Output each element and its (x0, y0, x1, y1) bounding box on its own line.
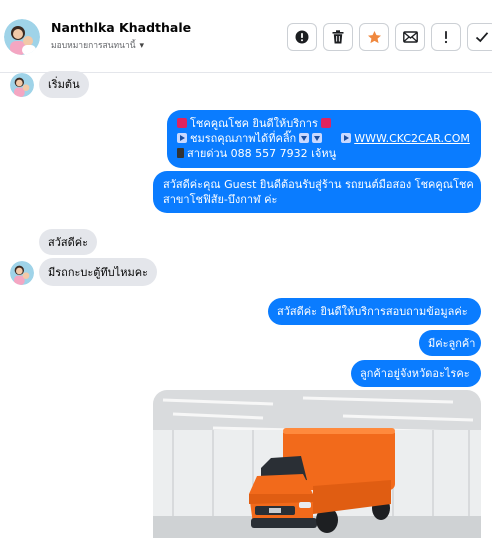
message-incoming[interactable]: มีรถกะบะตู้ทึบไหมคะ (39, 258, 157, 286)
check-icon (475, 32, 489, 43)
message-outgoing[interactable]: สวัสดีค่ะคุณ Guest ยินดีต้อนรับสู่ร้าน ร… (153, 171, 481, 213)
website-link[interactable]: WWW.CKC2CAR.COM (354, 132, 470, 145)
message-line: สวัสดีค่ะคุณ Guest ยินดีต้อนรับสู่ร้าน ร… (163, 178, 474, 191)
truck-photo-image (153, 390, 481, 538)
exclamation-icon (444, 31, 448, 44)
message-line: ชมรถคุณภาพได้ที่คลิ๊ก WWW.CKC2CAR.COM (177, 131, 471, 146)
mark-important-button[interactable] (287, 23, 317, 51)
message-outgoing[interactable]: สวัสดีค่ะ ยินดีให้บริการสอบถามข้อมูลค่ะ (268, 298, 481, 325)
message-text: สวัสดีค่ะ ยินดีให้บริการสอบถามข้อมูลค่ะ (277, 305, 468, 318)
message-outgoing[interactable]: โชคคูณโชค ยินดีให้บริการ ชมรถคุณภาพได้ที… (167, 110, 481, 168)
contact-name[interactable]: Nanthlka Khadthale (51, 20, 191, 35)
contact-avatar-small[interactable] (10, 261, 34, 285)
love-letter-icon (177, 118, 187, 128)
mail-icon (402, 31, 418, 43)
move-to-inbox-button[interactable] (395, 23, 425, 51)
message-incoming[interactable]: เริ่มต้น (39, 71, 89, 98)
message-line: สาขาโชฟิสัย-บึงกาฬ ค่ะ (163, 193, 278, 206)
conversation-header: Nanthlka Khadthale มอบหมายการสนทนานี้ ▾ (0, 0, 492, 73)
conversation-view: Nanthlka Khadthale มอบหมายการสนทนานี้▾ (0, 0, 492, 538)
trash-icon (332, 30, 344, 44)
star-icon (367, 30, 381, 43)
message-photo[interactable] (153, 390, 481, 538)
down-arrow-icon (299, 133, 310, 143)
contact-avatar-small[interactable] (10, 73, 34, 97)
message-line: สายด่วน 088 557 7932 เจ้หนู (177, 146, 471, 161)
message-incoming[interactable]: สวัสดีค่ะ (39, 229, 98, 255)
love-letter-icon (320, 118, 331, 128)
play-button-icon (341, 133, 352, 143)
mobile-phone-icon (177, 148, 184, 158)
exclamation-circle-icon (295, 30, 309, 44)
mark-spam-button[interactable] (431, 23, 461, 51)
mark-done-button[interactable] (467, 23, 492, 51)
message-line: โชคคูณโชค ยินดีให้บริการ (177, 116, 471, 131)
down-arrow-icon (312, 133, 323, 143)
message-text: ลูกค้าอยู่จังหวัดอะไรคะ (360, 367, 470, 380)
message-text: มีรถกะบะตู้ทึบไหมคะ (48, 265, 148, 279)
contact-avatar[interactable] (4, 19, 40, 55)
play-button-icon (177, 133, 187, 143)
assign-label: มอบหมายการสนทนานี้ (51, 41, 136, 51)
delete-button[interactable] (323, 23, 353, 51)
star-button[interactable] (359, 23, 389, 51)
message-text: สวัสดีค่ะ (48, 235, 89, 249)
message-text: มีค่ะลูกค้า (428, 336, 476, 350)
assign-conversation-dropdown[interactable]: มอบหมายการสนทนานี้ ▾ (51, 38, 144, 52)
message-outgoing[interactable]: ลูกค้าอยู่จังหวัดอะไรคะ (351, 360, 481, 387)
chevron-down-icon: ▾ (139, 41, 145, 51)
message-text: เริ่มต้น (48, 78, 80, 91)
message-outgoing[interactable]: มีค่ะลูกค้า (419, 330, 481, 356)
